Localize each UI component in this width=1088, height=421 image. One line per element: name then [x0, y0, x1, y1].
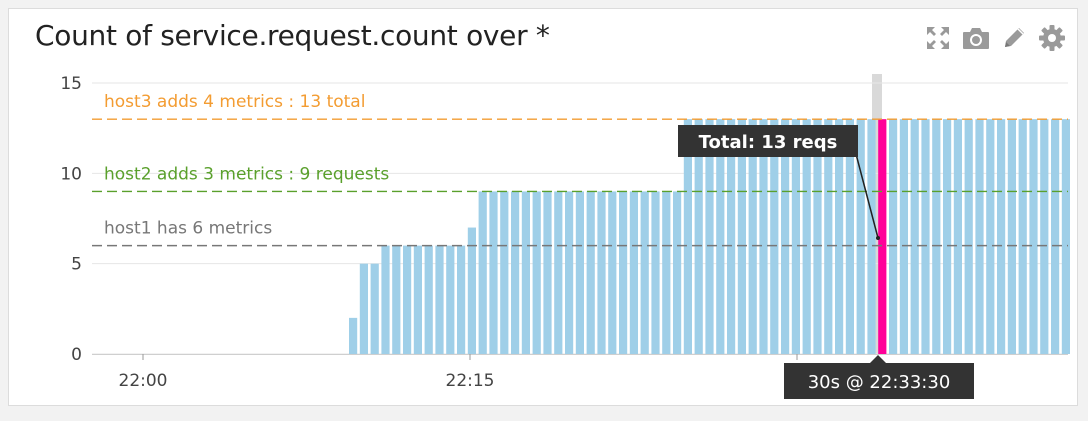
time-label-arrow [870, 355, 886, 363]
bar[interactable] [381, 245, 390, 354]
bar[interactable] [446, 245, 455, 354]
bar[interactable] [1040, 119, 1049, 355]
bar[interactable] [640, 191, 649, 354]
y-tick-label: 15 [60, 74, 82, 94]
bar[interactable] [608, 191, 617, 354]
bar-chart[interactable]: host3 adds 4 metrics : 13 total host2 add… [0, 0, 1088, 416]
bar[interactable] [910, 119, 919, 355]
bar[interactable] [392, 245, 401, 354]
bar[interactable] [565, 191, 574, 354]
bar[interactable] [586, 191, 595, 354]
bar[interactable] [511, 191, 520, 354]
bar[interactable] [975, 119, 984, 355]
bar[interactable] [543, 191, 552, 354]
bar[interactable] [899, 119, 908, 355]
bar[interactable] [673, 191, 682, 354]
y-tick-label: 0 [71, 345, 82, 365]
bar[interactable] [521, 191, 530, 354]
bar[interactable] [867, 119, 876, 355]
bar[interactable] [921, 119, 930, 355]
bar[interactable] [370, 263, 379, 354]
reference-line-label: host3 adds 4 metrics : 13 total [104, 92, 365, 112]
bar[interactable] [349, 317, 358, 354]
tooltip-label: Total: 13 reqs [699, 132, 838, 153]
bar[interactable] [1061, 119, 1070, 355]
x-tick-label: 22:00 [119, 371, 168, 391]
bar[interactable] [575, 191, 584, 354]
bar[interactable] [424, 245, 433, 354]
bar-highlighted[interactable] [878, 119, 887, 355]
bar[interactable] [964, 119, 973, 355]
bar[interactable] [943, 119, 952, 355]
bar[interactable] [1007, 119, 1016, 355]
bar[interactable] [489, 191, 498, 354]
bar[interactable] [597, 191, 606, 354]
bar[interactable] [1029, 119, 1038, 355]
bar[interactable] [889, 119, 898, 355]
tooltip-anchor [876, 236, 880, 240]
bar[interactable] [651, 191, 660, 354]
bar[interactable] [478, 191, 487, 354]
bar[interactable] [532, 191, 541, 354]
reference-line-label: host2 adds 3 metrics : 9 requests [104, 164, 389, 184]
bar[interactable] [403, 245, 412, 354]
bar[interactable] [413, 245, 422, 354]
bar[interactable] [1018, 119, 1027, 355]
y-tick-label: 5 [71, 255, 82, 275]
bar[interactable] [997, 119, 1006, 355]
reference-line-label: host1 has 6 metrics [104, 219, 272, 239]
bar[interactable] [554, 191, 563, 354]
time-label: 30s @ 22:33:30 [808, 372, 951, 393]
bar[interactable] [986, 119, 995, 355]
bar[interactable] [932, 119, 941, 355]
bar[interactable] [435, 245, 444, 354]
bar[interactable] [500, 191, 509, 354]
bar[interactable] [359, 263, 368, 354]
bar[interactable] [1051, 119, 1060, 355]
y-tick-label: 10 [60, 164, 82, 184]
bar[interactable] [457, 245, 466, 354]
bar[interactable] [629, 191, 638, 354]
bar[interactable] [619, 191, 628, 354]
x-tick-label: 22:15 [446, 371, 495, 391]
bar[interactable] [953, 119, 962, 355]
bar[interactable] [662, 191, 671, 354]
bar[interactable] [467, 227, 476, 354]
